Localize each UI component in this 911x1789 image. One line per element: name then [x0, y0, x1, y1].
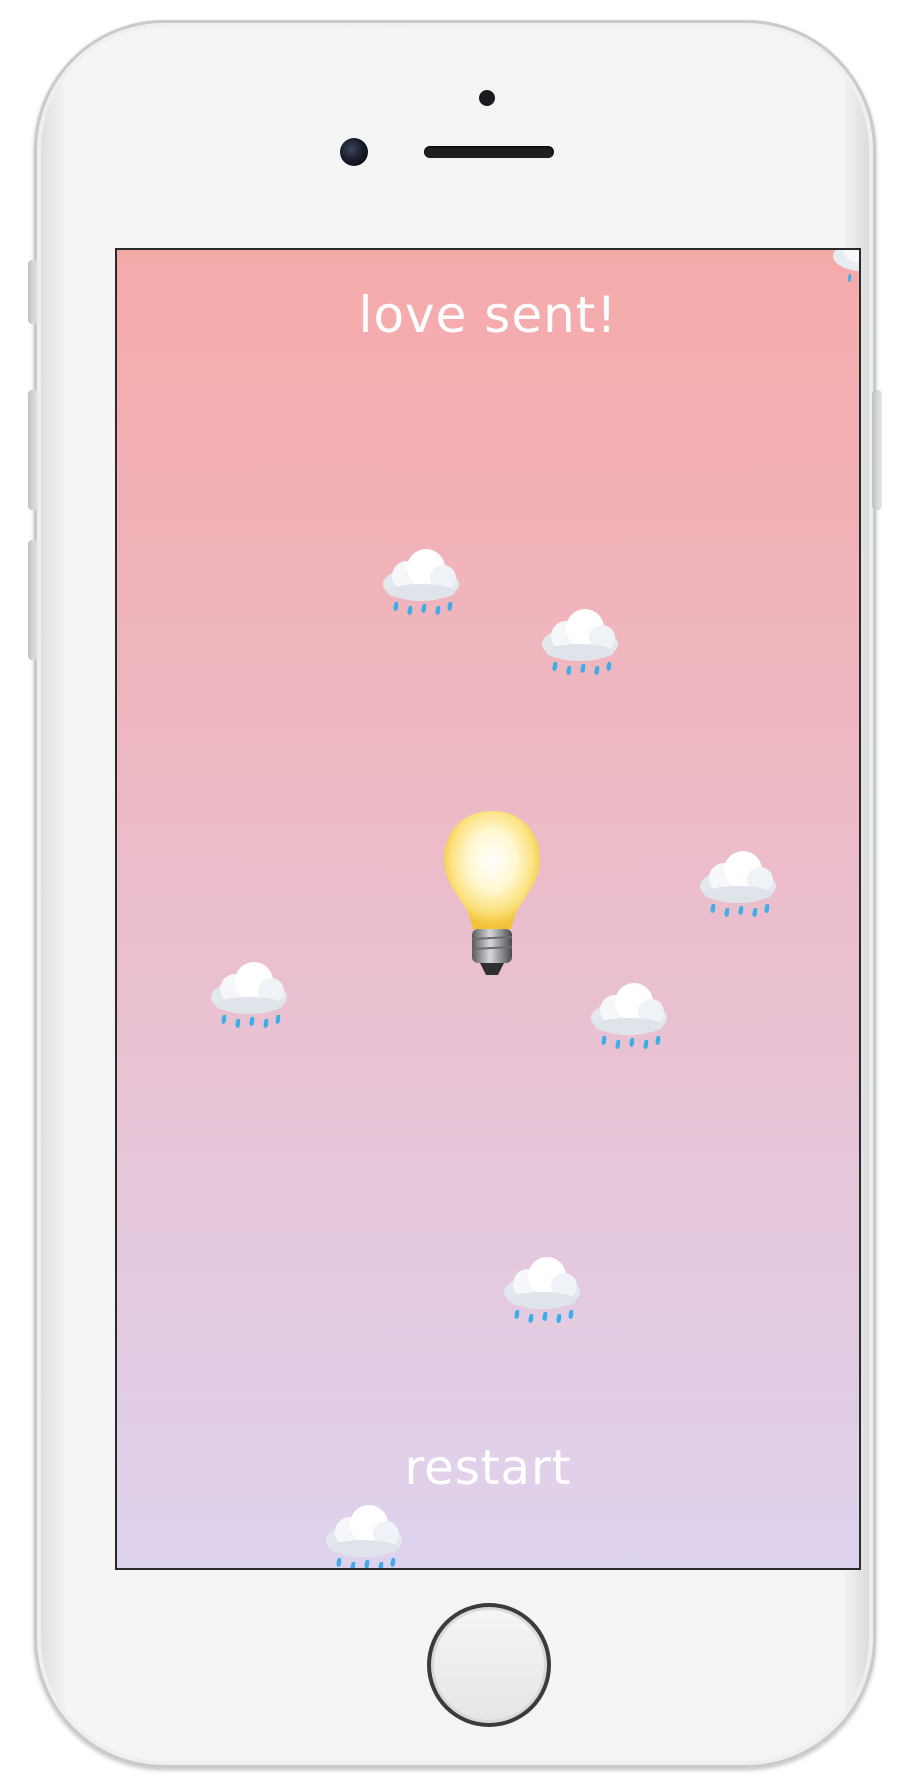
- volume-down-button: [28, 540, 38, 660]
- home-button[interactable]: [427, 1603, 551, 1727]
- cloud-with-rain-icon: [833, 250, 859, 282]
- cloud-with-rain-icon: [504, 1257, 580, 1323]
- volume-up-button: [28, 390, 38, 510]
- front-camera-icon: [340, 138, 368, 166]
- cloud-with-rain-icon: [383, 549, 459, 615]
- proximity-sensor: [479, 90, 495, 106]
- power-button: [872, 390, 882, 510]
- cloud-with-rain-icon: [700, 851, 776, 917]
- cloud-with-rain-icon: [326, 1505, 402, 1568]
- earpiece-speaker: [424, 146, 554, 158]
- restart-button[interactable]: restart: [117, 1440, 859, 1496]
- cloud-with-rain-icon: [542, 609, 618, 675]
- mute-switch: [28, 260, 38, 324]
- cloud-with-rain-icon: [211, 962, 287, 1028]
- iphone-frame: love sent! restart: [28, 20, 882, 1768]
- cloud-with-rain-icon: [591, 983, 667, 1049]
- light-bulb-icon: [444, 811, 540, 975]
- status-message: love sent!: [358, 286, 618, 344]
- app-screen[interactable]: love sent! restart: [115, 248, 861, 1570]
